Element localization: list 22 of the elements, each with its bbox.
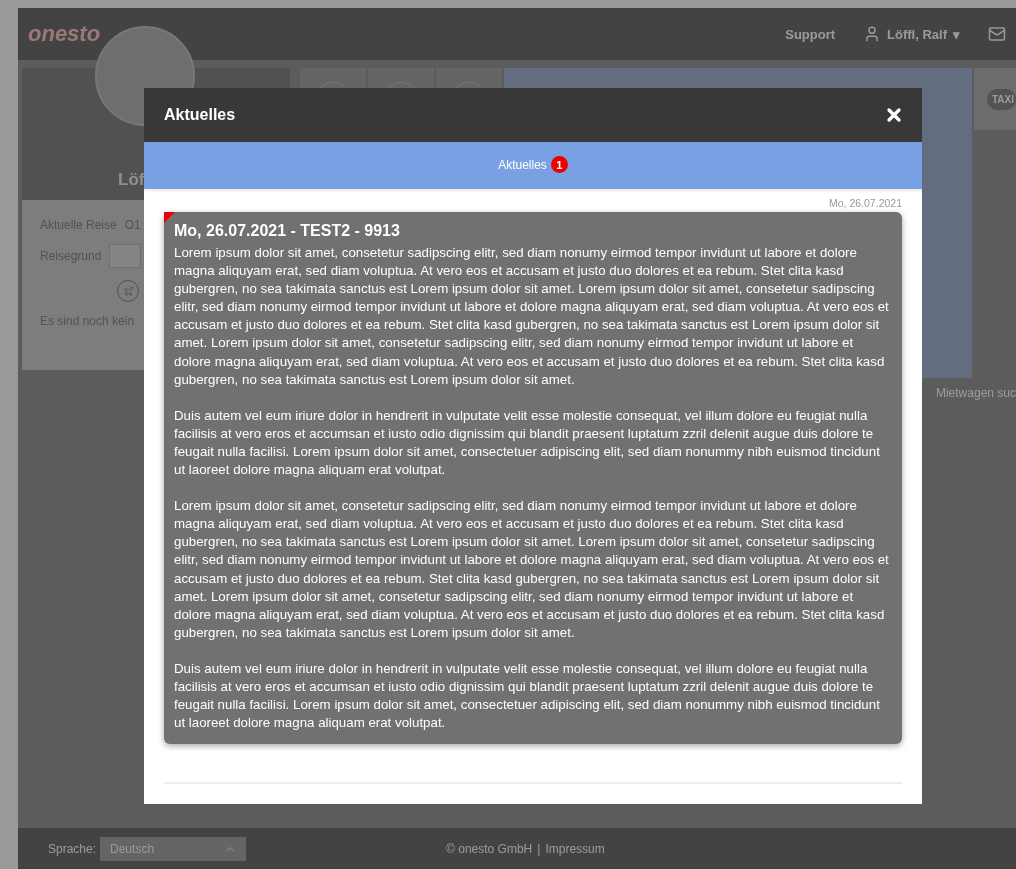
news-paragraph: Lorem ipsum dolor sit amet, consetetur sadipscing elitr, sed diam nonumy eirmod tempor invidunt ut labore et dolore magna aliquyam erat, sed diam voluptua. At vero eos et accusam et justo duo dolores et ea rebum. Stet clita kasd gubergren, no sea takimata sanctus est Lorem ipsum dolor sit amet. Lorem ipsum dolor sit amet, consetetur sadipscing elitr, sed diam nonumy eirmod tempor invidunt ut labore et dolore magna aliquyam erat, sed diam voluptua. At vero eos et accusam et justo duo dolores et ea rebum. Stet clita kasd gubergren, no sea takimata sanctus est Lorem ipsum dolor sit amet. Lorem ipsum dolor sit amet, consetetur sadipscing elitr, sed diam nonumy eirmod tempor invidunt ut labore et dolore magna aliquyam erat, sed diam voluptua. At vero eos et accusam et justo duo dolores et ea rebum. Stet clita kasd gubergren, no sea takimata sanctus est Lorem ipsum dolor sit amet. <box>174 244 890 389</box>
profile-name: Löf <box>118 170 145 190</box>
news-title: Mo, 26.07.2021 - TEST2 - 9913 <box>174 222 401 240</box>
caret-icon: ▾ <box>953 26 960 42</box>
date-text: Mo, 26.07.2021 <box>829 197 902 209</box>
taxi-icon[interactable]: TAXI <box>986 88 1016 110</box>
count-badge: 1 <box>550 156 568 173</box>
news-paragraph: Duis autem vel eum iriure dolor in hendrerit in vulputate velit esse molestie consequat, vel illum dolore eu feugiat nulla facilisis at vero eros et accumsan et iusto odio dignissim qui blandit praesent luptatum zzril delenit augue duis dolore te feugait nulla facilisi. Lorem ipsum dolor sit amet, consectetuer adipiscing elit, sed diam nonummy nibh euismod tincidunt ut laoreet dolore magna aliquam erat volutpat. <box>174 659 881 733</box>
dialog-title: Aktuelles <box>164 106 236 124</box>
support-link[interactable]: Support <box>785 26 836 42</box>
search-label: Mietwagen suc <box>935 386 1016 400</box>
impressum-link[interactable]: Impressum <box>545 841 605 856</box>
separator-text: | <box>537 841 541 856</box>
news-paragraph: Duis autem vel eum iriure dolor in hendrerit in vulputate velit esse molestie consequat, vel illum dolore eu feugiat nulla facilisis at vero eros et accumsan et iusto odio dignissim qui blandit praesent luptatum zzril delenit augue duis dolore te feugait nulla facilisi. Lorem ipsum dolor sit amet, consectetuer adipiscing elit, sed diam nonummy nibh euismod tincidunt ut laoreet dolore magna aliquam erat volutpat. <box>174 406 881 480</box>
news-tab[interactable]: Aktuelles 1 <box>492 152 574 179</box>
logo: onesto <box>28 21 101 47</box>
language-label: Sprache: <box>48 841 97 856</box>
copyright-text: © onesto GmbH <box>446 841 533 856</box>
news-paragraph: Lorem ipsum dolor sit amet, consetetur sadipscing elitr, sed diam nonumy eirmod tempor invidunt ut labore et dolore magna aliquyam erat, sed diam voluptua. At vero eos et accusam et justo duo dolores et ea rebum. Stet clita kasd gubergren, no sea takimata sanctus est Lorem ipsum dolor sit amet. Lorem ipsum dolor sit amet, consetetur sadipscing elitr, sed diam nonumy eirmod tempor invidunt ut labore et dolore magna aliquyam erat, sed diam voluptua. At vero eos et accusam et justo duo dolores et ea rebum. Stet clita kasd gubergren, no sea takimata sanctus est Lorem ipsum dolor sit amet. Lorem ipsum dolor sit amet, consetetur sadipscing elitr, sed diam nonumy eirmod tempor invidunt ut labore et dolore magna aliquyam erat, sed diam voluptua. At vero eos et accusam et justo duo dolores et ea rebum. Stet clita kasd gubergren, no sea takimata sanctus est Lorem ipsum dolor sit amet. <box>174 497 890 642</box>
close-button[interactable] <box>884 105 904 125</box>
mail-icon[interactable] <box>988 25 1006 43</box>
user-menu[interactable]: Löffl, Ralf ▾ <box>863 25 960 43</box>
